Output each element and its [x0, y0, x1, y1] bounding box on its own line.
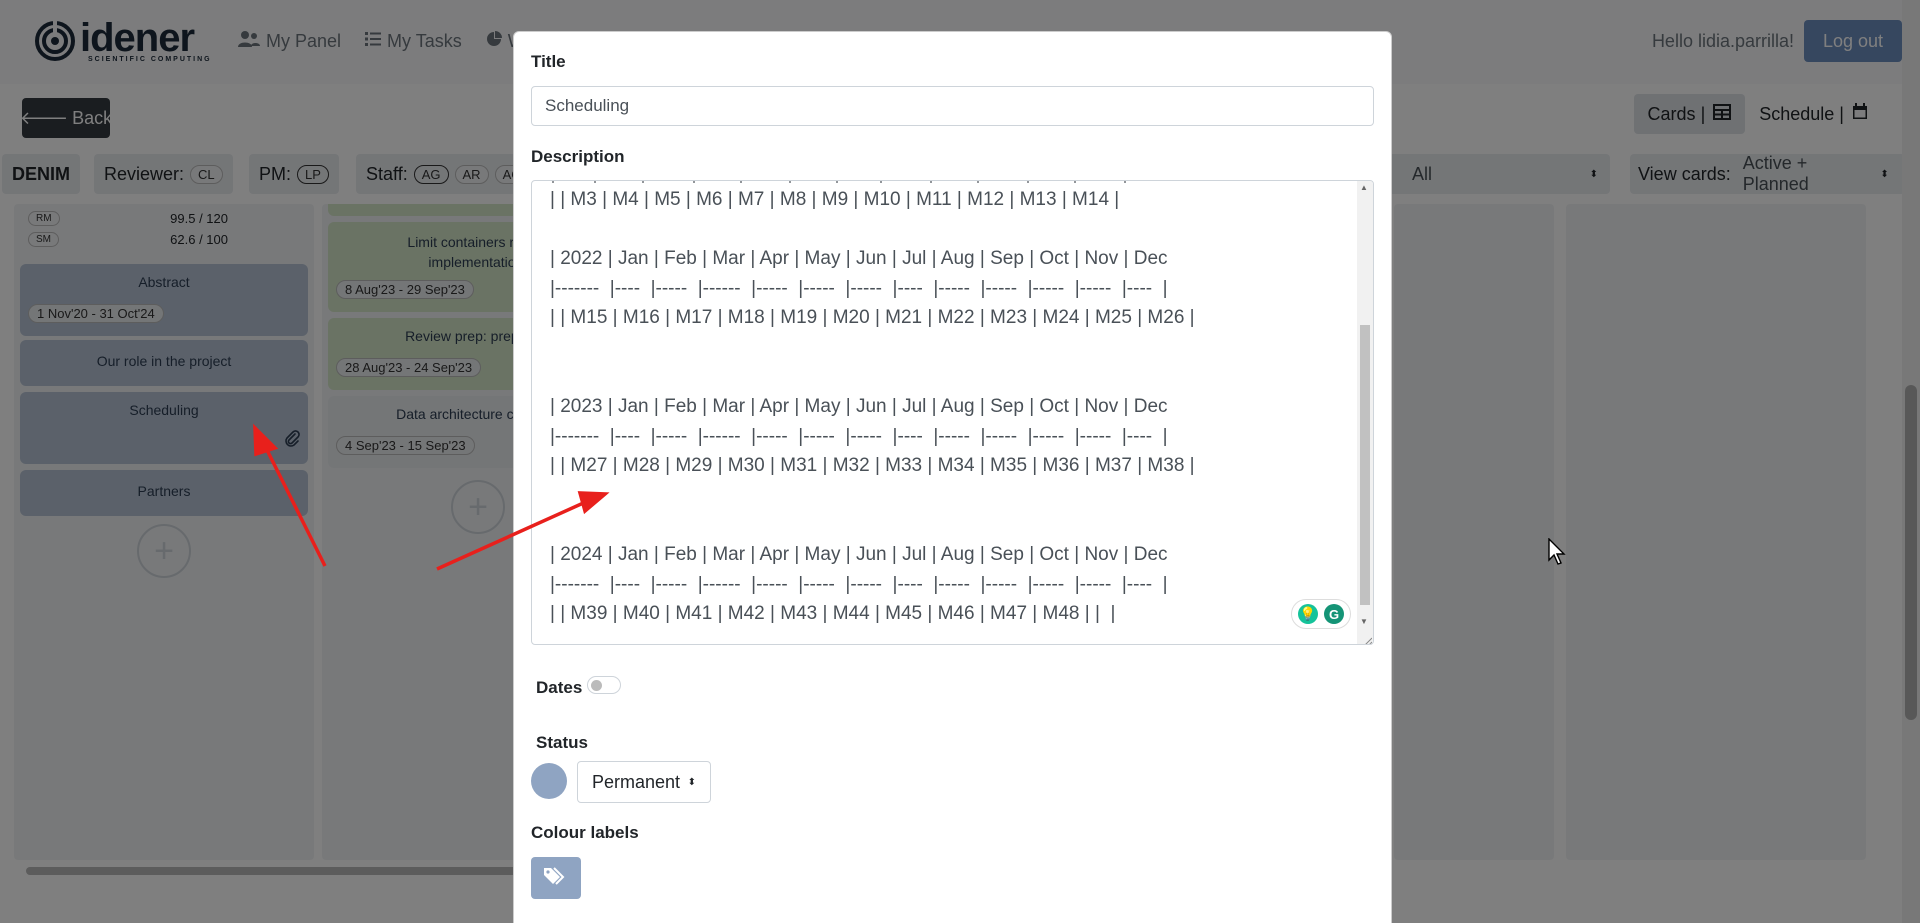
mouse-pointer-icon — [1548, 537, 1568, 571]
annotation-arrows — [253, 423, 610, 571]
annotation-arrow-card — [261, 441, 327, 567]
annotation-arrow-description — [436, 498, 591, 571]
arrow-head-icon — [577, 491, 610, 515]
arrow-head-icon — [253, 423, 279, 457]
